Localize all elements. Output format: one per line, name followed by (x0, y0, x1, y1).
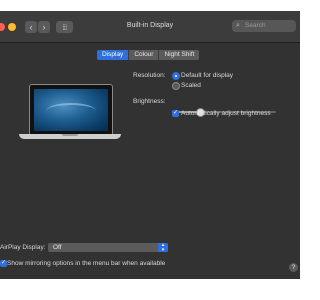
mirroring-label[interactable]: Show mirroring options in the menu bar w… (7, 259, 165, 268)
chevron-up-down-icon: ▴ ▾ (158, 243, 168, 252)
resolution-default-label[interactable]: Default for display (181, 71, 233, 80)
resolution-label: Resolution: (133, 72, 166, 79)
auto-brightness-label[interactable]: Automatically adjust brightness (181, 109, 271, 118)
airplay-value: Off (53, 244, 62, 251)
window-title: Built-in Display (126, 22, 174, 29)
laptop-screen (29, 84, 113, 136)
resolution-default-radio[interactable] (172, 72, 180, 80)
back-button[interactable]: ‹ (25, 21, 37, 33)
tab-display[interactable]: Display (97, 50, 130, 60)
help-button[interactable]: ? (289, 263, 298, 272)
airplay-label: AirPlay Display: (0, 244, 46, 251)
search-placeholder: Search (245, 22, 266, 29)
grid-icon: ⁞⁞⁞ (62, 25, 67, 32)
mirroring-checkbox[interactable]: ✓ (0, 260, 7, 267)
airplay-select[interactable]: Off ▴ ▾ (48, 243, 168, 252)
forward-button[interactable]: › (38, 21, 50, 33)
resolution-scaled-radio[interactable] (172, 82, 180, 90)
show-all-button[interactable]: ⁞⁞⁞ (56, 21, 73, 33)
wallpaper-image (34, 89, 108, 131)
auto-brightness-checkbox[interactable]: ✓ (172, 110, 179, 117)
preferences-window: ‹ › ⁞⁞⁞ Built-in Display ⌕ Search Displa… (0, 11, 300, 279)
tab-night-shift[interactable]: Night Shift (159, 50, 200, 60)
laptop-display-icon (19, 84, 121, 144)
title-bar: ‹ › ⁞⁞⁞ Built-in Display ⌕ Search (0, 11, 300, 43)
tab-bar: Display Colour Night Shift (97, 50, 200, 60)
resolution-scaled-label[interactable]: Scaled (181, 81, 201, 90)
minimize-button[interactable] (8, 23, 16, 31)
search-icon: ⌕ (236, 22, 240, 29)
brightness-label: Brightness: (133, 98, 166, 105)
search-field[interactable]: ⌕ Search (232, 20, 296, 32)
close-button[interactable] (0, 23, 5, 31)
tab-colour[interactable]: Colour (129, 50, 160, 60)
